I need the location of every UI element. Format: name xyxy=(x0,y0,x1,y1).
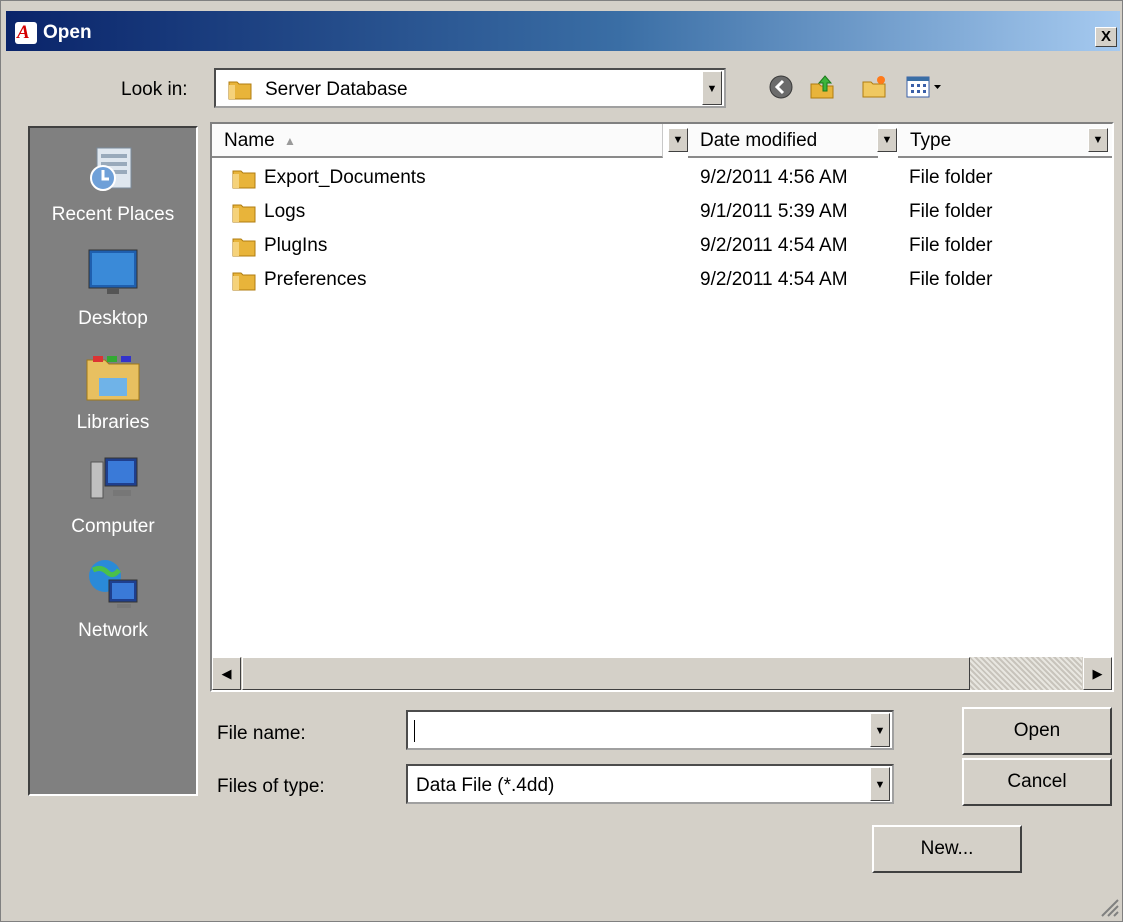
file-name: Logs xyxy=(264,201,306,222)
file-type: File folder xyxy=(909,235,993,256)
desktop-icon xyxy=(88,249,138,294)
file-type-select[interactable]: Data File (*.4dd) ▼ xyxy=(406,764,894,804)
open-dialog: A Open X Look in: Server Database ▼ Rece… xyxy=(0,0,1123,922)
place-label: Network xyxy=(78,620,148,641)
folder-icon xyxy=(232,204,256,223)
new-folder-icon[interactable] xyxy=(861,74,887,100)
column-header-label: Name xyxy=(224,130,275,151)
look-in-label: Look in: xyxy=(121,79,188,100)
recent-places-icon xyxy=(90,147,132,191)
place-libraries[interactable]: Libraries xyxy=(30,346,196,434)
folder-icon xyxy=(228,81,252,100)
place-recent-places[interactable]: Recent Places xyxy=(30,138,196,226)
title-bar[interactable]: A Open X xyxy=(6,11,1120,51)
resize-grip-icon[interactable] xyxy=(1096,894,1120,918)
app-logo-letter: A xyxy=(17,22,30,43)
look-in-dropdown[interactable]: Server Database ▼ xyxy=(214,68,726,108)
file-row[interactable]: PlugIns 9/2/2011 4:54 AM File folder xyxy=(212,229,1112,263)
place-label: Recent Places xyxy=(51,204,175,225)
file-type: File folder xyxy=(909,269,993,290)
place-label: Desktop xyxy=(78,308,148,329)
file-name-label: File name: xyxy=(217,723,306,744)
file-row[interactable]: Preferences 9/2/2011 4:54 AM File folder xyxy=(212,263,1112,297)
app-logo-icon: A xyxy=(15,22,37,44)
sort-ascending-icon: ▲ xyxy=(284,134,296,148)
file-list[interactable]: Name ▲ ▼ Date modified ▼ Type ▼ Export_D… xyxy=(210,122,1114,692)
look-in-value: Server Database xyxy=(265,79,408,100)
computer-icon xyxy=(90,457,138,499)
file-date: 9/2/2011 4:54 AM xyxy=(700,235,848,256)
new-button[interactable]: New... xyxy=(872,825,1022,873)
place-network[interactable]: Network xyxy=(30,554,196,642)
file-name: PlugIns xyxy=(264,235,328,256)
dialog-title: Open xyxy=(43,22,92,43)
folder-icon xyxy=(232,238,256,257)
file-name-dropdown-arrow[interactable]: ▼ xyxy=(870,713,890,747)
views-menu-icon[interactable] xyxy=(906,74,946,100)
scrollbar-track[interactable] xyxy=(970,657,1082,690)
scroll-right-button[interactable]: ▶ xyxy=(1083,657,1112,690)
horizontal-scrollbar[interactable]: ◀ ▶ xyxy=(212,657,1112,690)
column-filter-dropdown[interactable]: ▼ xyxy=(877,128,897,152)
up-folder-icon[interactable] xyxy=(809,74,835,100)
column-filter-dropdown[interactable]: ▼ xyxy=(668,128,688,152)
file-name-input[interactable]: ▼ xyxy=(406,710,894,750)
place-computer[interactable]: Computer xyxy=(30,450,196,538)
column-header-name[interactable]: Name ▲ ▼ xyxy=(212,124,688,158)
libraries-icon xyxy=(86,356,140,401)
network-icon xyxy=(89,560,138,608)
file-type: File folder xyxy=(909,201,993,222)
scrollbar-thumb[interactable] xyxy=(242,657,970,690)
back-icon[interactable] xyxy=(768,74,794,100)
file-type: File folder xyxy=(909,167,993,188)
open-button[interactable]: Open xyxy=(962,707,1112,755)
file-date: 9/1/2011 5:39 AM xyxy=(700,201,848,222)
column-header-date-modified[interactable]: Date modified ▼ xyxy=(688,124,897,158)
folder-icon xyxy=(232,272,256,291)
file-type-label: Files of type: xyxy=(217,776,325,797)
file-type-value: Data File (*.4dd) xyxy=(416,775,555,796)
look-in-dropdown-arrow[interactable]: ▼ xyxy=(702,71,722,105)
scroll-left-button[interactable]: ◀ xyxy=(212,657,241,690)
file-type-dropdown-arrow[interactable]: ▼ xyxy=(870,767,890,801)
places-bar: Recent Places Desktop Libraries Computer… xyxy=(28,126,198,796)
file-date: 9/2/2011 4:56 AM xyxy=(700,167,848,188)
text-cursor xyxy=(414,720,415,742)
column-header-type[interactable]: Type ▼ xyxy=(898,124,1112,158)
file-row[interactable]: Export_Documents 9/2/2011 4:56 AM File f… xyxy=(212,161,1112,195)
place-label: Libraries xyxy=(76,412,150,433)
column-header-label: Date modified xyxy=(700,130,818,151)
folder-icon xyxy=(232,170,256,189)
place-label: Computer xyxy=(71,516,155,537)
place-desktop[interactable]: Desktop xyxy=(30,242,196,330)
column-header-label: Type xyxy=(910,130,952,151)
close-button[interactable]: X xyxy=(1095,27,1117,47)
file-name: Export_Documents xyxy=(264,167,426,188)
cancel-button[interactable]: Cancel xyxy=(962,758,1112,806)
file-row[interactable]: Logs 9/1/2011 5:39 AM File folder xyxy=(212,195,1112,229)
file-date: 9/2/2011 4:54 AM xyxy=(700,269,848,290)
column-filter-dropdown[interactable]: ▼ xyxy=(1088,128,1108,152)
file-name: Preferences xyxy=(264,269,367,290)
